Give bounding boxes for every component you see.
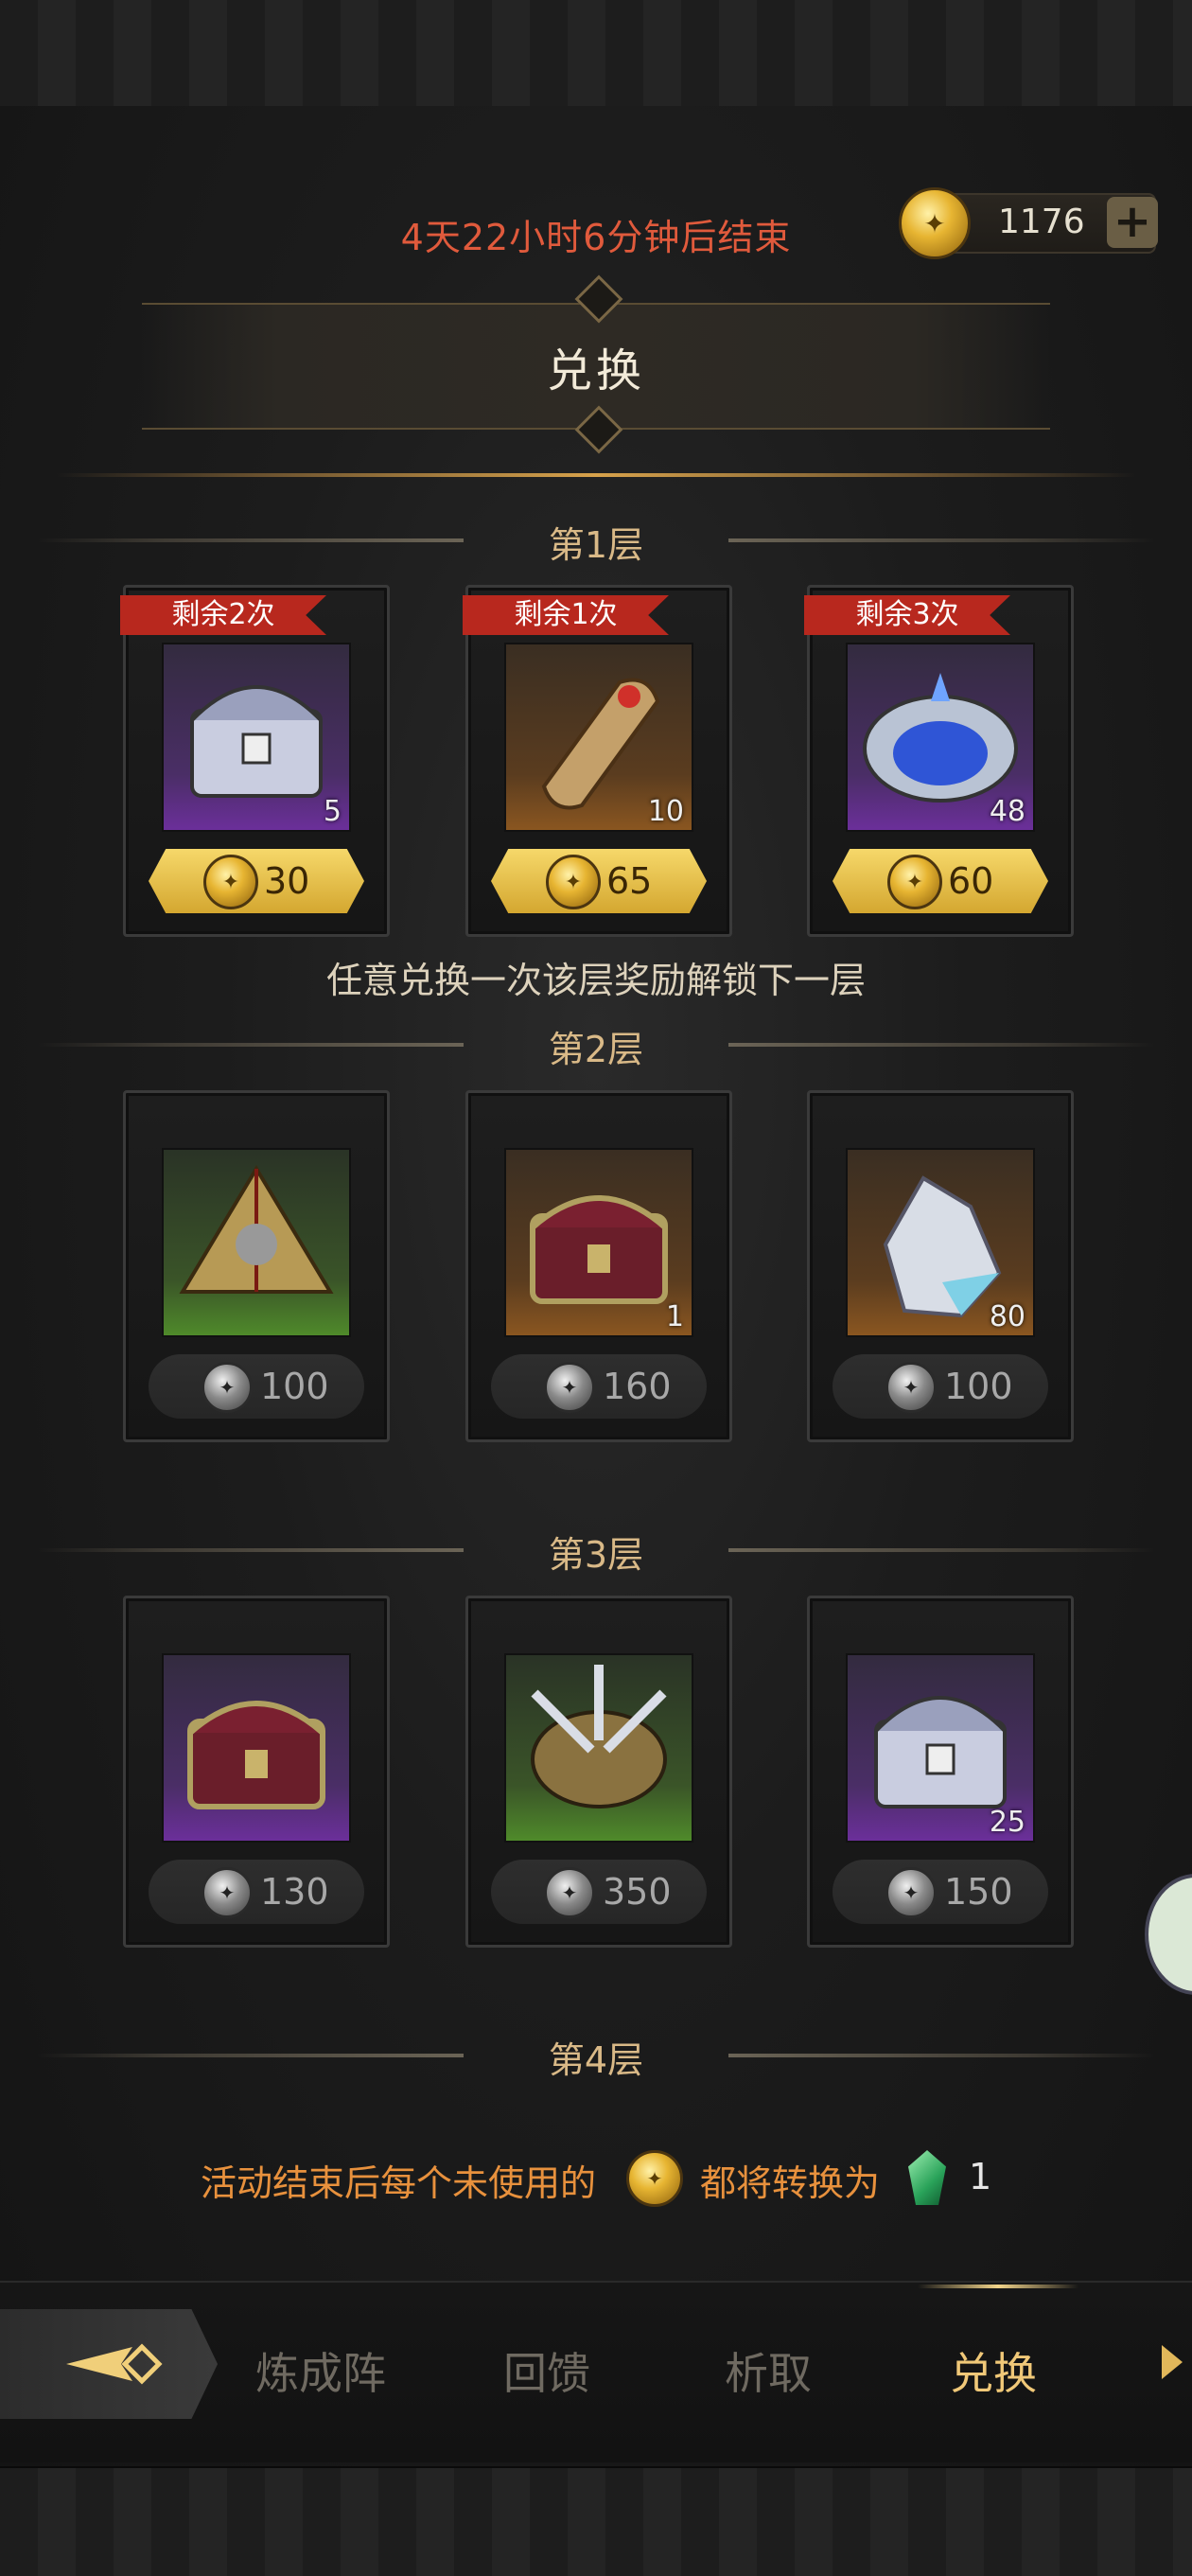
page-title: 兑换: [546, 344, 645, 397]
tier-3-label: 第3层: [548, 1534, 644, 1576]
item-slot: [504, 1653, 693, 1843]
price-button[interactable]: ✦ 30: [149, 849, 364, 913]
back-button[interactable]: [0, 2309, 218, 2419]
silver-token-icon: ✦: [544, 1362, 595, 1413]
price-value: 350: [603, 1871, 672, 1913]
price-button[interactable]: ✦ 130: [149, 1860, 364, 1924]
exchange-item-card[interactable]: 5 剩余2次 ✦ 30: [120, 585, 390, 937]
pyramid-relic-icon: [179, 1165, 334, 1294]
item-slot: 5: [162, 643, 351, 832]
exchange-item-card[interactable]: 1 ✦ 160: [465, 1090, 732, 1442]
price-button[interactable]: ✦ 100: [833, 1354, 1048, 1419]
conversion-note: 活动结束后每个未使用的 ✦ 都将转换为 1: [0, 2150, 1192, 2207]
item-slot: [162, 1148, 351, 1337]
red-chest-icon: [187, 1701, 325, 1809]
item-quantity: 10: [647, 795, 684, 828]
price-value: 130: [260, 1871, 329, 1913]
gold-token-icon: ✦: [887, 855, 942, 909]
silver-token-icon: ✦: [544, 1867, 595, 1918]
item-quantity: 48: [989, 795, 1025, 828]
unlock-hint: 任意兑换一次该层奖励解锁下一层: [325, 960, 866, 1001]
currency-amount: 1176: [998, 203, 1085, 241]
silver-token-icon: ✦: [202, 1362, 253, 1413]
item-slot: 80: [846, 1148, 1035, 1337]
exchange-item-card[interactable]: ✦ 130: [123, 1596, 390, 1948]
item-quantity: 80: [989, 1300, 1025, 1333]
green-gem-icon: [908, 2150, 946, 2205]
remaining-badge: 剩余1次: [463, 595, 669, 635]
active-tab-indicator: [918, 2285, 1078, 2288]
remaining-badge: 剩余3次: [804, 595, 1010, 635]
price-value: 160: [603, 1366, 672, 1407]
gold-token-icon: ✦: [546, 855, 601, 909]
back-arrow-icon: [66, 2343, 163, 2385]
exchange-item-card[interactable]: ✦ 350: [465, 1596, 732, 1948]
item-slot: [162, 1653, 351, 1843]
price-value: 65: [606, 860, 653, 902]
price-button[interactable]: ✦ 100: [149, 1354, 364, 1419]
gold-token-icon: ✦: [899, 187, 971, 259]
item-slot: 1: [504, 1148, 693, 1337]
price-button[interactable]: ✦ 160: [491, 1354, 707, 1419]
tab-rewards[interactable]: 回馈: [503, 2339, 590, 2402]
tab-exchange[interactable]: 兑换: [950, 2339, 1037, 2402]
gold-token-icon: ✦: [203, 855, 258, 909]
tier-1-label: 第1层: [548, 524, 644, 566]
price-button[interactable]: ✦ 150: [833, 1860, 1048, 1924]
price-value: 100: [944, 1366, 1013, 1407]
silver-chest-icon: [190, 685, 323, 798]
red-chest-icon: [530, 1195, 668, 1304]
tier-2-label: 第2层: [548, 1029, 644, 1070]
item-slot: 10: [504, 643, 693, 832]
next-tab-arrow-icon[interactable]: [1162, 2345, 1183, 2379]
price-value: 60: [948, 860, 994, 902]
item-slot: 25: [846, 1653, 1035, 1843]
bottom-frame: [0, 2466, 1192, 2576]
remaining-badge: 剩余2次: [120, 595, 326, 635]
silver-token-icon: ✦: [885, 1867, 937, 1918]
exchange-item-card[interactable]: 25 ✦ 150: [807, 1596, 1074, 1948]
gold-divider: [57, 473, 1135, 477]
exchange-item-card[interactable]: ✦ 100: [123, 1090, 390, 1442]
item-quantity: 1: [665, 1300, 684, 1333]
add-currency-button[interactable]: +: [1107, 197, 1158, 248]
exchange-item-card[interactable]: 48 剩余3次 ✦ 60: [804, 585, 1074, 937]
tier-4-label: 第4层: [548, 2039, 644, 2081]
exchange-item-card[interactable]: 10 剩余1次 ✦ 65: [463, 585, 732, 937]
gold-token-icon: ✦: [626, 2150, 683, 2207]
conversion-text-before: 活动结束后每个未使用的: [201, 2162, 597, 2204]
tab-transmutation-circle[interactable]: 炼成阵: [255, 2339, 386, 2402]
silver-token-icon: ✦: [885, 1362, 937, 1413]
conversion-quantity: 1: [969, 2156, 992, 2197]
price-value: 100: [260, 1366, 329, 1407]
tab-extract[interactable]: 析取: [725, 2339, 812, 2402]
item-quantity: 5: [323, 795, 342, 828]
price-button[interactable]: ✦ 65: [491, 849, 707, 913]
price-button[interactable]: ✦ 60: [833, 849, 1048, 913]
silver-token-icon: ✦: [202, 1867, 253, 1918]
price-value: 30: [264, 860, 310, 902]
top-frame: [0, 0, 1192, 108]
spiked-relic-icon: [531, 1665, 667, 1808]
price-value: 150: [944, 1871, 1013, 1913]
conversion-text-after: 都将转换为: [700, 2162, 881, 2204]
item-quantity: 25: [989, 1806, 1025, 1839]
item-slot: 48: [846, 643, 1035, 832]
exchange-item-card[interactable]: 80 ✦ 100: [807, 1090, 1074, 1442]
price-button[interactable]: ✦ 350: [491, 1860, 707, 1924]
event-timer: 4天22小时6分钟后结束: [400, 217, 792, 258]
currency-display: ✦ 1176 +: [899, 187, 1158, 259]
